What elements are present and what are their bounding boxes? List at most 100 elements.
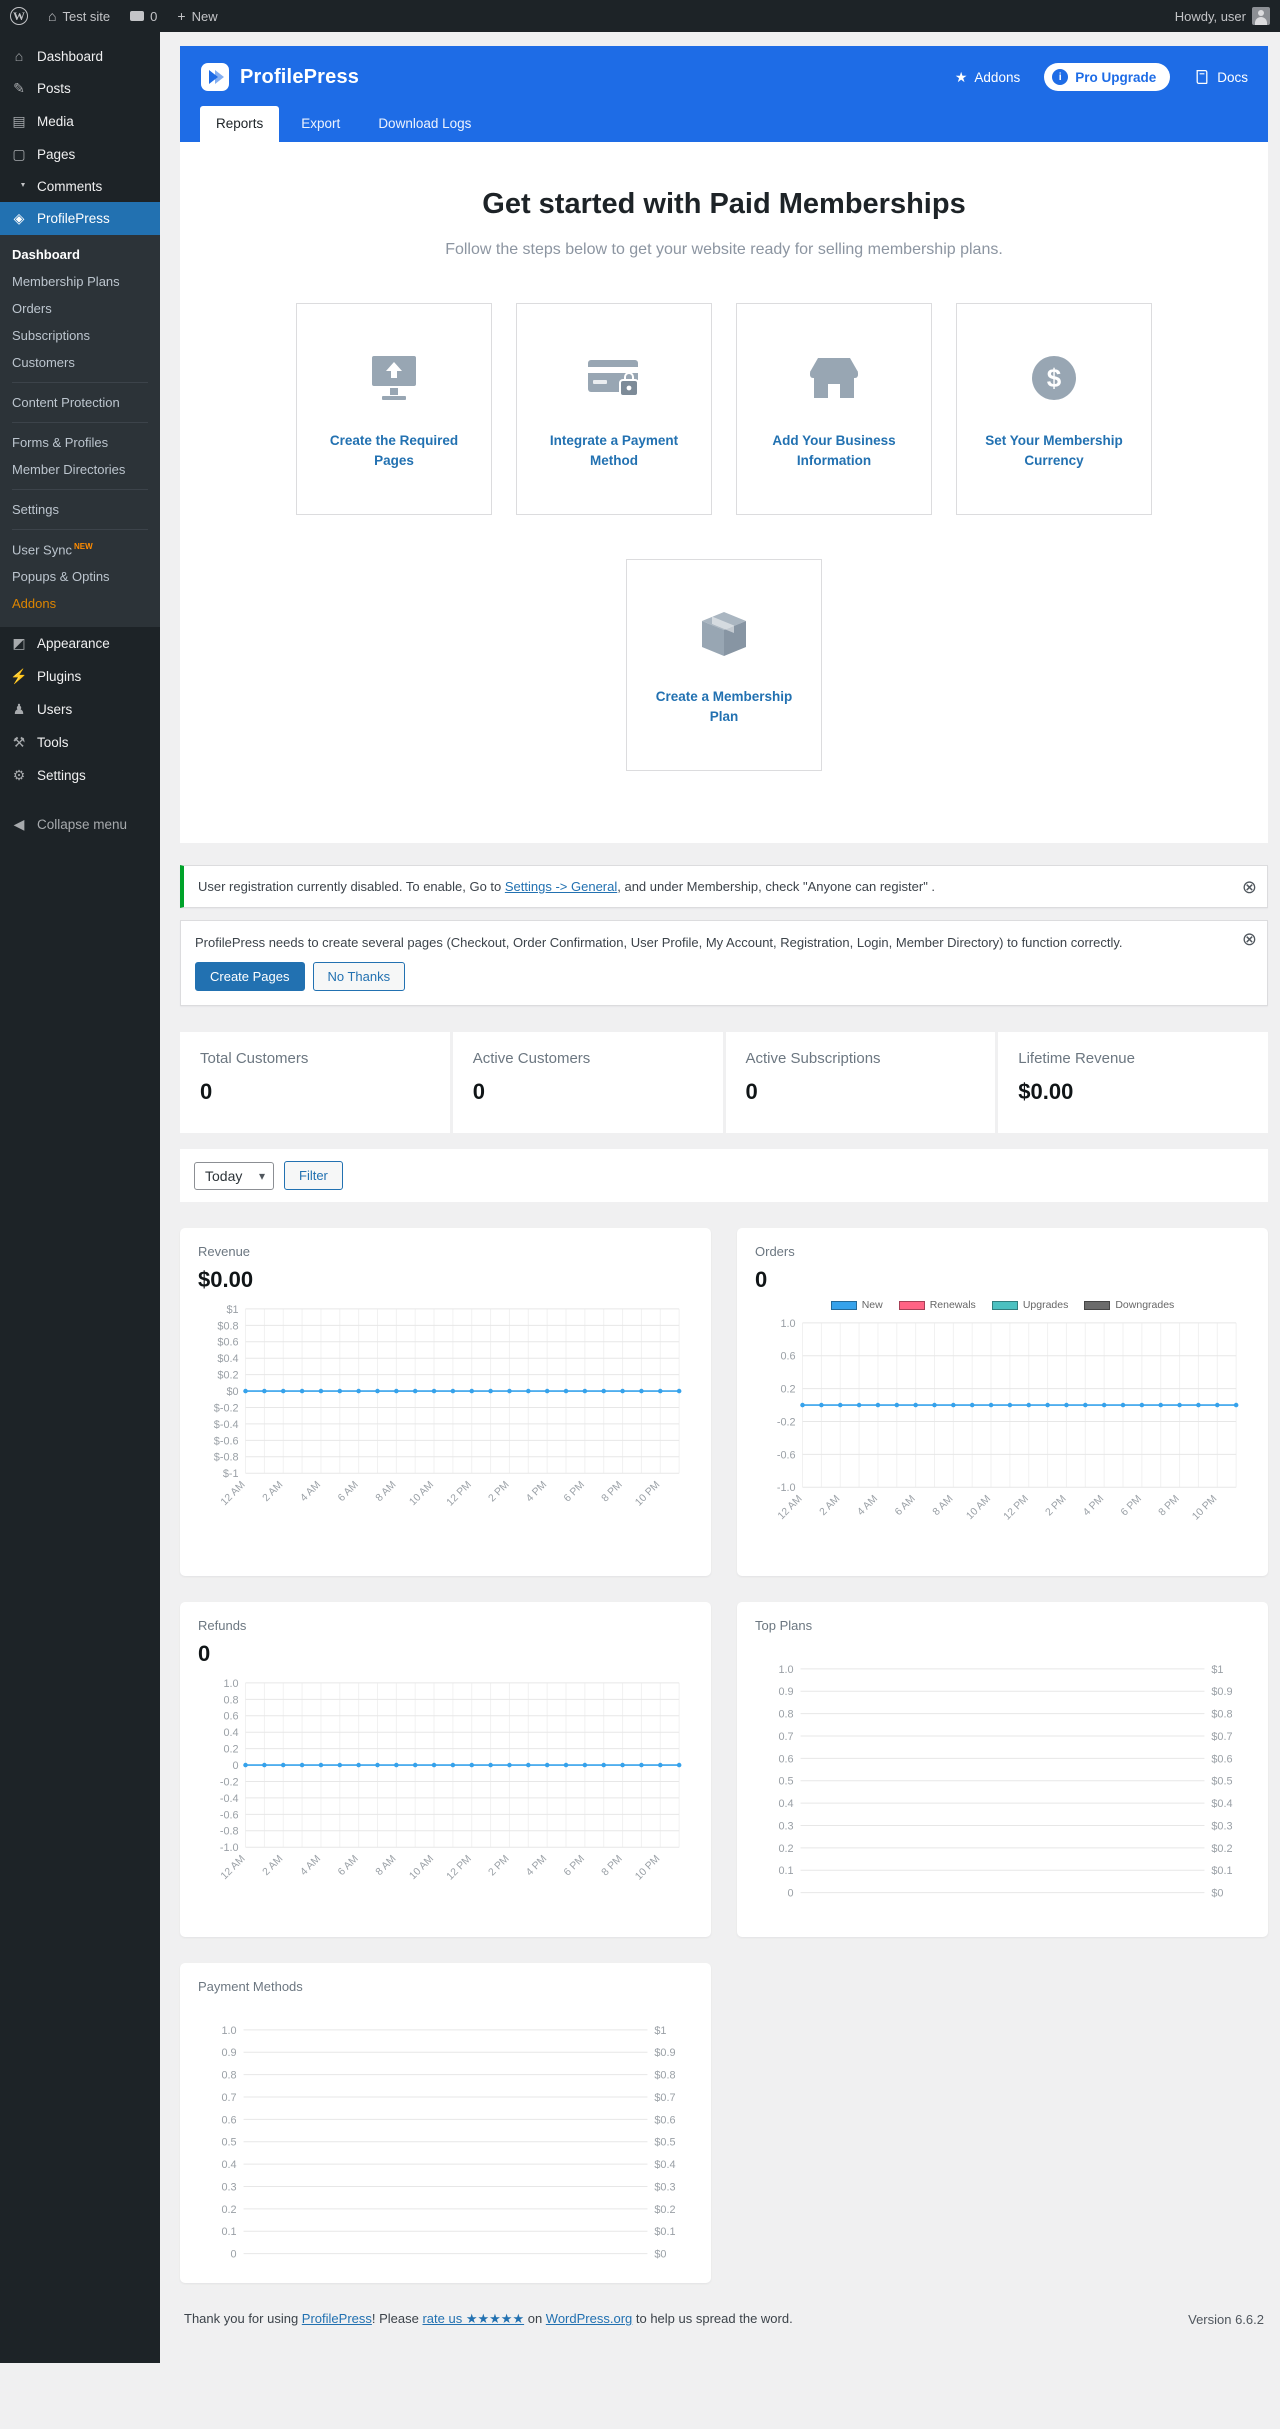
site-name-link[interactable]: ⌂ Test site bbox=[38, 0, 120, 32]
stat-active-customers: Active Customers 0 bbox=[452, 1032, 723, 1133]
svg-text:0.8: 0.8 bbox=[223, 1695, 238, 1707]
collapse-menu-button[interactable]: ◀ Collapse menu bbox=[0, 808, 160, 841]
svg-text:1.0: 1.0 bbox=[223, 1678, 238, 1690]
svg-text:$0.2: $0.2 bbox=[217, 1370, 238, 1382]
pro-upgrade-button[interactable]: i Pro Upgrade bbox=[1044, 63, 1171, 91]
sidebar-item-media[interactable]: ▤ Media bbox=[0, 105, 160, 138]
submenu-item-popups-optins[interactable]: Popups & Optins bbox=[0, 563, 160, 590]
submenu-item-content-protection[interactable]: Content Protection bbox=[0, 389, 160, 416]
sidebar-item-settings[interactable]: ⚙ Settings bbox=[0, 759, 160, 792]
tab-export[interactable]: Export bbox=[285, 106, 356, 142]
sidebar-item-plugins[interactable]: ⚡ Plugins bbox=[0, 660, 160, 693]
get-started-section: Get started with Paid Memberships Follow… bbox=[180, 142, 1268, 843]
sidebar-item-users[interactable]: ♟ Users bbox=[0, 693, 160, 726]
dismiss-notice-icon[interactable]: ⊗ bbox=[1242, 930, 1257, 948]
step-label: Add Your Business Information bbox=[772, 433, 896, 468]
submenu-item-settings[interactable]: Settings bbox=[0, 496, 160, 523]
sidebar-label: Pages bbox=[37, 147, 76, 162]
svg-text:2 AM: 2 AM bbox=[261, 1479, 286, 1504]
stat-total-customers: Total Customers 0 bbox=[180, 1032, 450, 1133]
svg-text:0.6: 0.6 bbox=[780, 1351, 795, 1363]
legend-item-new[interactable]: New bbox=[830, 1299, 883, 1311]
new-content-menu[interactable]: + New bbox=[167, 0, 227, 32]
submenu-item-subscriptions[interactable]: Subscriptions bbox=[0, 322, 160, 349]
submenu-item-orders[interactable]: Orders bbox=[0, 295, 160, 322]
legend-item-downgrades[interactable]: Downgrades bbox=[1084, 1299, 1174, 1311]
svg-text:$0.2: $0.2 bbox=[654, 2204, 675, 2216]
svg-text:0.7: 0.7 bbox=[221, 2092, 236, 2104]
payment-methods-chart-card: Payment Methods 1.0 $1 0.9 $0.9 0.8 $0.8 0.7 $0… bbox=[180, 1962, 711, 2284]
svg-text:0.3: 0.3 bbox=[221, 2181, 236, 2193]
filter-button[interactable]: Filter bbox=[284, 1161, 343, 1190]
step-currency-card[interactable]: $ Set Your Membership Currency bbox=[956, 303, 1152, 515]
dollar-circle-icon: $ bbox=[1026, 347, 1082, 409]
wordpress-org-link[interactable]: WordPress.org bbox=[546, 2311, 632, 2326]
settings-icon: ⚙ bbox=[12, 767, 26, 784]
svg-text:$0.1: $0.1 bbox=[1211, 1866, 1232, 1878]
svg-text:-0.2: -0.2 bbox=[777, 1416, 796, 1428]
brand-title: ProfilePress bbox=[240, 65, 360, 88]
submenu-item-addons[interactable]: Addons bbox=[0, 590, 160, 617]
submenu-divider bbox=[12, 382, 148, 383]
submenu-item-user-sync[interactable]: User Sync NEW bbox=[0, 536, 160, 563]
submenu-item-customers[interactable]: Customers bbox=[0, 349, 160, 376]
sidebar-item-pages[interactable]: ▢ Pages bbox=[0, 138, 160, 171]
footer-thankyou: Thank you for using ProfilePress! Please… bbox=[184, 2311, 793, 2327]
plugins-icon: ⚡ bbox=[10, 668, 28, 685]
sidebar-item-tools[interactable]: ⚒ Tools bbox=[0, 726, 160, 759]
dashboard-icon: ⌂ bbox=[14, 48, 24, 64]
date-range-select[interactable]: Today bbox=[194, 1161, 274, 1190]
svg-text:-0.6: -0.6 bbox=[220, 1810, 239, 1822]
svg-text:10 PM: 10 PM bbox=[1190, 1493, 1219, 1522]
chart-title: Refunds bbox=[198, 1618, 247, 1634]
sidebar-item-profilepress[interactable]: ◈ ProfilePress bbox=[0, 202, 160, 235]
chart-title: Payment Methods bbox=[198, 1978, 303, 1994]
submenu-item-membership-plans[interactable]: Membership Plans bbox=[0, 268, 160, 295]
svg-text:$0.5: $0.5 bbox=[654, 2137, 675, 2149]
svg-text:0.8: 0.8 bbox=[221, 2070, 236, 2082]
page-subtitle: Follow the steps below to get your websi… bbox=[445, 241, 1003, 258]
submenu-divider bbox=[12, 489, 148, 490]
sidebar-item-dashboard[interactable]: ⌂ Dashboard bbox=[0, 40, 160, 72]
submenu-item-dashboard[interactable]: Dashboard bbox=[0, 241, 160, 268]
profilepress-footer-link[interactable]: ProfilePress bbox=[302, 2311, 372, 2326]
sidebar-item-posts[interactable]: ✎ Posts bbox=[0, 72, 160, 105]
svg-text:-0.4: -0.4 bbox=[220, 1793, 239, 1805]
submenu-item-forms-profiles[interactable]: Forms & Profiles bbox=[0, 429, 160, 456]
step-membership-plan-card[interactable]: Create a Membership Plan bbox=[626, 559, 822, 771]
tab-reports[interactable]: Reports bbox=[200, 106, 280, 142]
refunds-chart: 1.0 0.8 0.6 0.4 0.2 0 -0.2 -0.4 -0.6 -0.8 -1.012 A… bbox=[219, 1678, 682, 1883]
step-create-pages-card[interactable]: Create the Required Pages bbox=[296, 303, 492, 515]
tab-download-logs[interactable]: Download Logs bbox=[362, 106, 487, 142]
addons-link[interactable]: ★ Addons bbox=[955, 69, 1020, 86]
legend-item-renewals[interactable]: Renewals bbox=[898, 1299, 976, 1311]
svg-text:$0.5: $0.5 bbox=[1211, 1776, 1232, 1788]
sidebar-item-appearance[interactable]: ◩ Appearance bbox=[0, 627, 160, 660]
sidebar-label: Media bbox=[37, 114, 74, 129]
sidebar-item-comments[interactable]: Comments bbox=[0, 171, 160, 202]
profilepress-brand: ProfilePress bbox=[200, 62, 359, 92]
credit-card-lock-icon bbox=[582, 347, 646, 409]
orders-chart: 1.0 0.6 0.2 -0.2 -0.6 -1.012 AM 2 AM 4 AM 6 AM 8 … bbox=[776, 1318, 1239, 1522]
howdy-account-menu[interactable]: Howdy, user bbox=[1165, 0, 1280, 32]
dismiss-notice-icon[interactable]: ⊗ bbox=[1242, 878, 1257, 896]
docs-link[interactable]: Docs bbox=[1194, 69, 1248, 85]
svg-text:12 PM: 12 PM bbox=[445, 1854, 474, 1883]
create-pages-button[interactable]: Create Pages bbox=[195, 962, 305, 991]
no-thanks-button[interactable]: No Thanks bbox=[312, 962, 406, 991]
svg-text:$0: $0 bbox=[226, 1386, 238, 1398]
filter-bar: Today ▾ Filter bbox=[180, 1149, 1268, 1202]
legend-item-upgrades[interactable]: Upgrades bbox=[991, 1299, 1068, 1311]
step-payment-method-card[interactable]: Integrate a Payment Method bbox=[516, 303, 712, 515]
svg-text:10 AM: 10 AM bbox=[965, 1493, 994, 1522]
svg-text:0.2: 0.2 bbox=[221, 2204, 236, 2216]
settings-general-link[interactable]: Settings -> General bbox=[505, 879, 617, 894]
wp-admin-bar: W ⌂ Test site 0 + New Howdy, user bbox=[0, 0, 1280, 32]
step-business-info-card[interactable]: Add Your Business Information bbox=[736, 303, 932, 515]
rate-us-link[interactable]: rate us ★★★★★ bbox=[422, 2311, 524, 2326]
comments-indicator[interactable]: 0 bbox=[120, 0, 167, 32]
svg-text:0.1: 0.1 bbox=[778, 1866, 793, 1878]
submenu-item-member-directories[interactable]: Member Directories bbox=[0, 456, 160, 483]
svg-text:12 AM: 12 AM bbox=[219, 1854, 248, 1883]
wp-logo-menu[interactable]: W bbox=[0, 0, 38, 32]
